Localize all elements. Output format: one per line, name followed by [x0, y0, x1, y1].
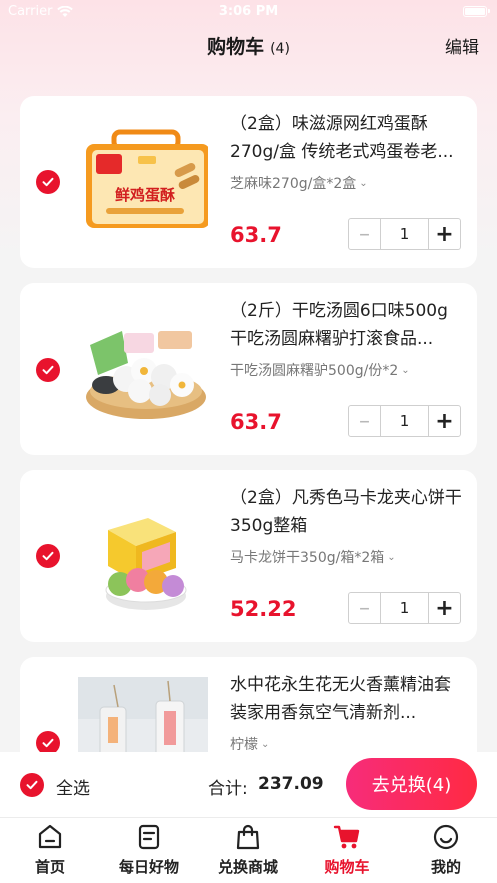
item-price: 52.22 — [230, 597, 297, 621]
document-icon — [138, 824, 160, 850]
cart-icon — [333, 825, 360, 849]
item-title[interactable]: （2盒）味滋源网红鸡蛋酥270g/盒 传统老式鸡蛋卷老... — [230, 110, 462, 166]
tab-label: 购物车 — [324, 858, 370, 876]
tab-bar: 首页 每日好物 兑换商城 购物车 我的 — [0, 818, 497, 883]
quantity-stepper: – 1 + — [348, 405, 461, 437]
item-spec: 干吃汤圆麻糬驴500g/份*2 — [230, 363, 399, 379]
chevron-down-icon: ⌄ — [387, 551, 396, 563]
status-time: 3:06 PM — [218, 4, 279, 19]
decrease-button[interactable]: – — [349, 593, 381, 623]
chevron-down-icon: ⌄ — [401, 364, 410, 376]
item-spec-selector[interactable]: 芝麻味270g/盒*2盒 ⌄ — [230, 173, 368, 193]
item-spec-selector[interactable]: 柠檬 ⌄ — [230, 734, 269, 754]
tab-label: 首页 — [34, 858, 65, 876]
nav-bar: 购物车 (4) 编辑 — [0, 24, 497, 68]
tab-cart[interactable]: 购物车 — [302, 818, 392, 883]
cart-item: 鲜鸡蛋酥 （2盒）味滋源网红鸡蛋酥270g/盒 传统老式鸡蛋卷老... 芝麻味2… — [20, 96, 477, 268]
total-label: 合计: — [208, 779, 248, 799]
checkmark-icon — [42, 551, 54, 561]
page-title-text: 购物车 — [207, 36, 265, 58]
item-spec: 柠檬 — [230, 737, 258, 753]
select-all-checkbox[interactable] — [20, 773, 44, 797]
home-icon — [38, 824, 62, 849]
decrease-button[interactable]: – — [349, 219, 381, 249]
cart-item: （2盒）凡秀色马卡龙夹心饼干350g整箱 马卡龙饼干350g/箱*2箱 ⌄ 52… — [20, 470, 477, 642]
checkmark-icon — [42, 365, 54, 375]
tab-label: 我的 — [430, 858, 461, 876]
chevron-down-icon: ⌄ — [359, 177, 368, 189]
tab-daily-picks[interactable]: 每日好物 — [104, 818, 194, 883]
item-checkbox[interactable] — [36, 170, 60, 194]
quantity-value[interactable]: 1 — [381, 593, 428, 623]
tab-label: 每日好物 — [118, 858, 179, 876]
item-spec: 芝麻味270g/盒*2盒 — [230, 176, 357, 192]
item-spec: 马卡龙饼干350g/箱*2箱 — [230, 550, 385, 566]
item-checkbox[interactable] — [36, 358, 60, 382]
increase-button[interactable]: + — [428, 219, 460, 249]
product-image-text: 鲜鸡蛋酥 — [115, 186, 175, 204]
increase-button[interactable]: + — [428, 406, 460, 436]
smile-icon — [433, 824, 459, 850]
item-title[interactable]: （2盒）凡秀色马卡龙夹心饼干350g整箱 — [230, 484, 462, 540]
checkmark-icon — [42, 738, 54, 748]
chevron-down-icon: ⌄ — [261, 738, 270, 750]
quantity-stepper: – 1 + — [348, 218, 461, 250]
cart-count: (4) — [270, 41, 290, 57]
edit-button[interactable]: 编辑 — [445, 33, 479, 58]
item-price: 63.7 — [230, 223, 282, 247]
battery-icon — [463, 6, 490, 17]
tab-mine[interactable]: 我的 — [401, 818, 491, 883]
tab-exchange-mall[interactable]: 兑换商城 — [203, 818, 293, 883]
tab-home[interactable]: 首页 — [5, 818, 95, 883]
item-checkbox[interactable] — [36, 544, 60, 568]
item-title[interactable]: 水中花永生花无火香薰精油套装家用香氛空气清新剂... — [230, 671, 462, 727]
exchange-button[interactable]: 去兑换(4) — [346, 758, 477, 810]
shopping-bag-icon — [236, 824, 260, 850]
product-image[interactable]: 鲜鸡蛋酥 — [78, 118, 208, 246]
checkout-bar: 全选 合计: 237.09 去兑换(4) — [0, 752, 497, 818]
quantity-value[interactable]: 1 — [381, 406, 428, 436]
status-bar: Carrier 3:06 PM — [0, 0, 497, 24]
increase-button[interactable]: + — [428, 593, 460, 623]
product-image[interactable] — [78, 305, 208, 433]
select-all-label[interactable]: 全选 — [56, 774, 90, 799]
checkmark-icon — [26, 780, 38, 790]
quantity-stepper: – 1 + — [348, 592, 461, 624]
product-image[interactable] — [78, 492, 208, 620]
checkmark-icon — [42, 177, 54, 187]
cart-item: （2斤）干吃汤圆6口味500g干吃汤圆麻糬驴打滚食品... 干吃汤圆麻糬驴500… — [20, 283, 477, 455]
page-title: 购物车 (4) — [0, 32, 497, 59]
total-value: 237.09 — [258, 774, 324, 794]
quantity-value[interactable]: 1 — [381, 219, 428, 249]
decrease-button[interactable]: – — [349, 406, 381, 436]
item-spec-selector[interactable]: 马卡龙饼干350g/箱*2箱 ⌄ — [230, 547, 396, 567]
tab-label: 兑换商城 — [217, 858, 278, 876]
item-price: 63.7 — [230, 410, 282, 434]
item-spec-selector[interactable]: 干吃汤圆麻糬驴500g/份*2 ⌄ — [230, 360, 410, 380]
item-title[interactable]: （2斤）干吃汤圆6口味500g干吃汤圆麻糬驴打滚食品... — [230, 297, 462, 353]
